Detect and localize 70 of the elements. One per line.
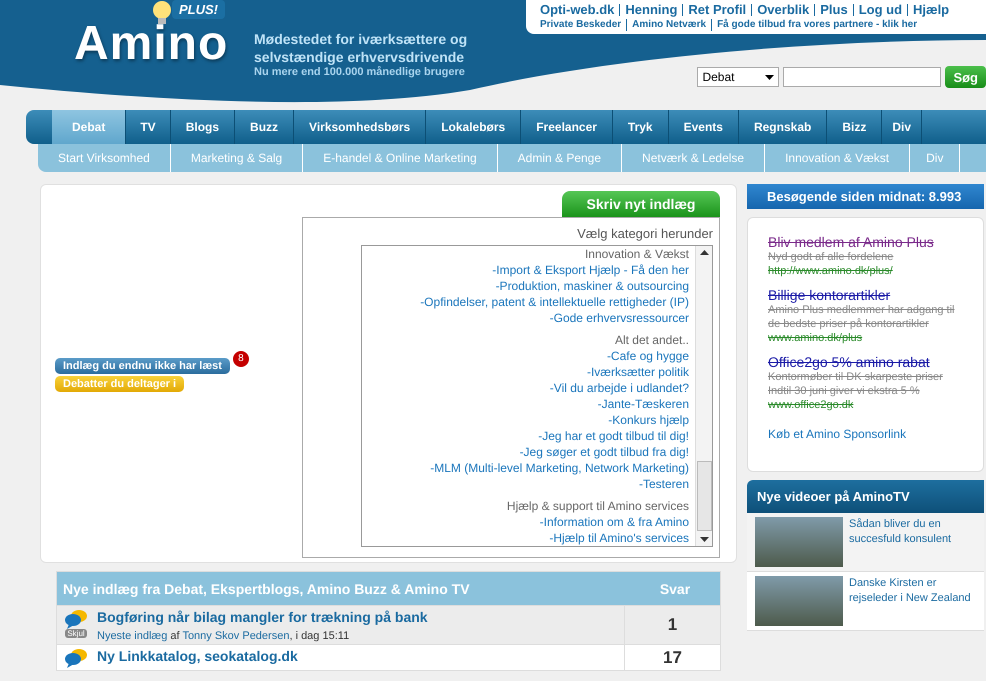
- category-link[interactable]: -Testeren: [638, 476, 689, 492]
- hide-button[interactable]: Skjul: [65, 629, 87, 638]
- user-link[interactable]: Overblik: [757, 2, 810, 17]
- user-link[interactable]: Hjælp: [913, 2, 950, 17]
- logo[interactable]: Amino: [74, 16, 240, 71]
- category-link[interactable]: -Produktion, maskiner & outsourcing: [496, 278, 689, 294]
- panel-title: Vælg kategori herunder: [577, 226, 713, 241]
- scroll-up-icon: [700, 250, 708, 255]
- speech-bubbles-icon: [64, 609, 88, 629]
- category-link[interactable]: -Konkurs hjælp: [608, 412, 689, 428]
- tagline: Mødestedet for iværksættere og selvstændige erhvervsdrivende: [254, 30, 468, 66]
- category-link[interactable]: -Hjælp til Amino's services: [549, 530, 689, 546]
- ad-url: www.amino.dk/plus: [768, 331, 864, 345]
- post-title-link[interactable]: Bogføring når bilag mangler for trækning på bank: [97, 609, 428, 625]
- scroll-down-icon: [700, 537, 708, 542]
- column-header: Svar: [658, 580, 692, 596]
- post-meta: Nyeste indlæg af Tonny Skov Pedersen, i dag 15:11: [97, 630, 350, 642]
- category-link[interactable]: -Jante-Tæskeren: [598, 396, 689, 412]
- category-heading: Alt det andet..: [614, 332, 689, 348]
- speech-bubbles-icon: [64, 648, 88, 668]
- ad-text: Indtil 30 juni giver vi ekstra 5 %: [768, 384, 921, 398]
- caret-icon: [765, 74, 774, 80]
- category-link[interactable]: -Import & Eksport Hjælp - Få den her: [492, 262, 689, 278]
- user-link[interactable]: Ret Profil: [688, 2, 746, 17]
- ad-url: http://www.amino.dk/plus/: [768, 264, 894, 278]
- new-post-button[interactable]: Skriv nyt indlæg: [562, 191, 720, 217]
- ad-url: www.office2go.dk: [768, 398, 854, 412]
- reply-count: 17: [624, 645, 720, 670]
- count-badge: 8: [232, 350, 250, 368]
- user-link[interactable]: Plus: [820, 2, 848, 17]
- category-heading: Hjælp & support til Amino services: [506, 498, 689, 514]
- user-link[interactable]: Henning: [625, 2, 678, 17]
- scroll-thumb[interactable]: [696, 461, 712, 531]
- ad-title-link[interactable]: Bliv medlem af Amino Plus: [768, 234, 973, 250]
- category-link[interactable]: -Opfindelser, patent & intellektuelle rettigheder (IP): [420, 294, 689, 310]
- column-header: Nye indlæg fra Debat, Ekspertblogs, Amino Buzz & Amino TV: [62, 580, 471, 596]
- photo-placeholder[interactable]: [755, 576, 843, 626]
- scrollbar[interactable]: [695, 246, 712, 546]
- category-link[interactable]: -Jeg har et godt tilbud til dig!: [538, 428, 689, 444]
- ad-text: Nyd godt af alle fordelene: [768, 250, 894, 264]
- search-button[interactable]: Søg: [945, 66, 986, 88]
- header-link[interactable]: Få gode tilbud fra vores partnere - klik her: [717, 19, 918, 31]
- category-link[interactable]: -Vil du arbejde i udlandet?: [550, 380, 689, 396]
- category-link[interactable]: -MLM (Multi-level Marketing, Network Marketing): [430, 460, 689, 476]
- category-link[interactable]: -Information om & fra Amino: [540, 514, 689, 530]
- post-title-link[interactable]: Ny Linkkatalog, seokatalog.dk: [97, 648, 298, 664]
- filter-button[interactable]: Indlæg du endnu ikke har læst: [55, 358, 230, 374]
- ad-title-link[interactable]: Billige kontorartikler: [768, 287, 973, 303]
- user-link[interactable]: Log ud: [858, 2, 902, 17]
- header-link[interactable]: Amino Netværk: [632, 19, 706, 31]
- light-bulb-icon: [150, 0, 174, 26]
- header-link[interactable]: Private Beskeder: [540, 19, 622, 31]
- category-link[interactable]: -Iværksætter politik: [586, 364, 689, 380]
- photo-placeholder[interactable]: [755, 517, 843, 567]
- category-link[interactable]: -Cafe og hygge: [606, 348, 689, 364]
- ad-text: Amino Plus medlemmer har adgang til: [768, 303, 956, 317]
- ad-text: de bedste priser på kontorartikler: [768, 317, 930, 331]
- ad-title-link[interactable]: Office2go 5% amino rabat: [768, 354, 973, 370]
- scope-dropdown[interactable]: Debat: [697, 67, 780, 87]
- plus-badge: PLUS!: [172, 0, 225, 19]
- category-link[interactable]: -Gode erhvervsressourcer: [550, 310, 689, 326]
- user-link[interactable]: Opti-web.dk: [540, 2, 614, 17]
- category-link[interactable]: -Jeg søger et godt tilbud fra dig!: [520, 444, 689, 460]
- videos-header: Nye videoer på AminoTV: [747, 480, 984, 513]
- ad-text: Kontormøber til DK skarpeste priser: [768, 370, 944, 384]
- search-field[interactable]: [783, 67, 942, 87]
- subtagline: Nu mere end 100.000 månedlige brugere: [254, 66, 466, 78]
- sponsor-link[interactable]: Køb et Amino Sponsorlink: [768, 427, 973, 441]
- category-heading: Innovation & Vækst: [584, 246, 689, 262]
- visitor-counter: Besøgende siden midnat: 8.993: [747, 184, 984, 209]
